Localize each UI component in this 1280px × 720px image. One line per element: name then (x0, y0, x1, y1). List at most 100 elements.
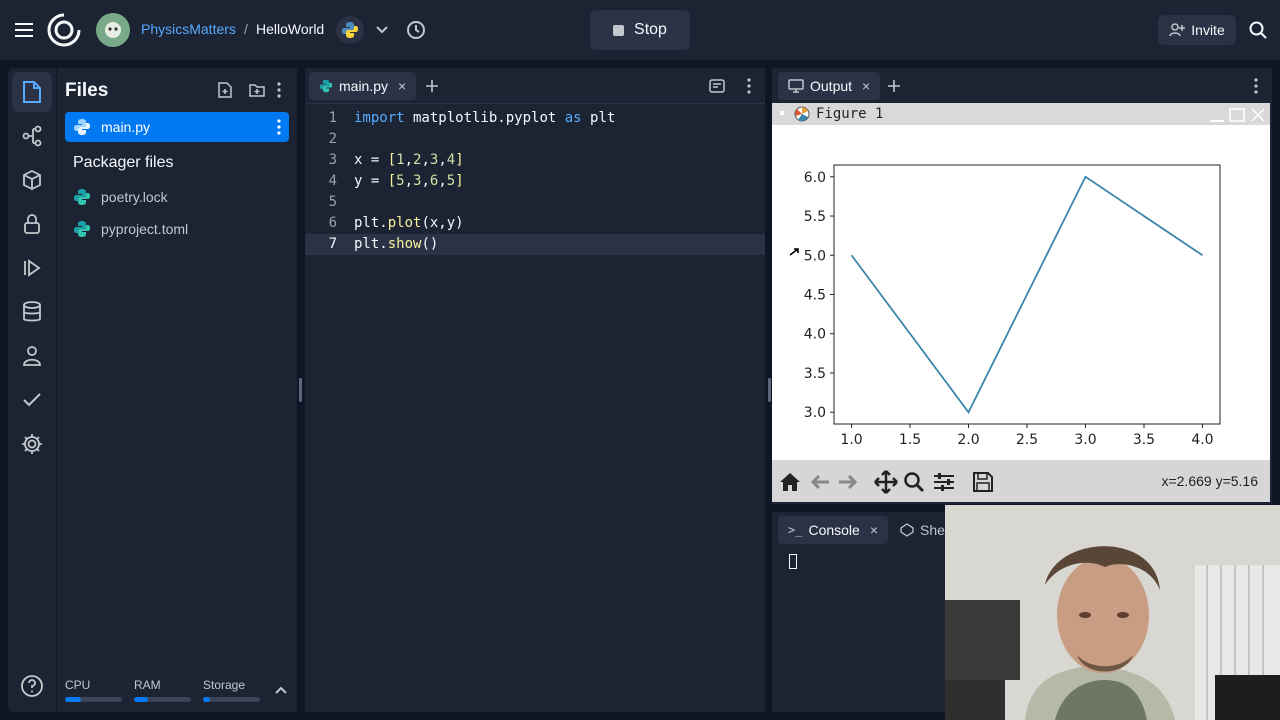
code-text: plt.plot(x,y) (354, 215, 464, 231)
invite-button-label: Invite (1191, 22, 1225, 38)
window-menu-icon[interactable] (780, 111, 784, 115)
code-text: x = [1,2,3,4] (354, 152, 464, 168)
history-icon[interactable] (404, 18, 428, 42)
code-text: import matplotlib.pyplot as plt (354, 110, 616, 126)
stop-button[interactable]: Stop (590, 10, 690, 50)
editor-tab-bar: main.py × (305, 68, 765, 104)
code-line: 5 (305, 192, 765, 213)
x-tick-label: 1.5 (899, 432, 921, 448)
more-options-icon[interactable] (739, 76, 759, 96)
editor-panel: main.py × 1 import matplotlib.pyplot as … (305, 68, 765, 712)
code-line: 3 x = [1,2,3,4] (305, 150, 765, 171)
repl-name[interactable]: HelloWorld (256, 21, 324, 37)
webcam-overlay (945, 505, 1280, 720)
file-item-label: main.py (101, 119, 151, 135)
user-icon[interactable] (12, 336, 52, 376)
file-item-main-py[interactable]: main.py (65, 112, 289, 142)
file-item-label: pyproject.toml (101, 221, 189, 237)
figure-title-bar[interactable]: Figure 1 (772, 103, 1270, 125)
cpu-meter (65, 697, 122, 702)
file-item-label: poetry.lock (101, 189, 168, 205)
search-icon[interactable] (1246, 18, 1270, 42)
code-line: 6 plt.plot(x,y) (305, 213, 765, 234)
database-icon[interactable] (12, 292, 52, 332)
python-icon[interactable] (336, 16, 364, 44)
x-tick-label: 1.0 (840, 432, 862, 448)
menu-icon[interactable] (12, 18, 36, 42)
code-line-current: 7 plt.show() (305, 234, 765, 255)
format-icon[interactable] (707, 76, 727, 96)
replit-logo-icon[interactable] (47, 13, 81, 47)
ram-meter-fill (134, 697, 149, 702)
zoom-icon[interactable] (902, 470, 926, 494)
tab-label: main.py (339, 78, 389, 94)
chevron-up-icon[interactable] (273, 682, 289, 698)
new-folder-icon[interactable] (247, 80, 267, 100)
close-icon[interactable]: × (398, 78, 406, 94)
tab-label: Output (810, 78, 853, 94)
file-item-poetry-lock[interactable]: poetry.lock (65, 182, 289, 212)
back-arrow-icon[interactable] (808, 470, 832, 494)
tab-console[interactable]: >_ Console × (778, 516, 889, 544)
add-tab-icon[interactable] (884, 76, 904, 96)
configure-subplots-icon[interactable] (932, 470, 956, 494)
more-options-icon[interactable] (1246, 76, 1266, 96)
x-tick-label: 3.0 (1074, 432, 1096, 448)
figure-title: Figure 1 (816, 106, 884, 122)
tab-label: Console (808, 522, 860, 538)
home-icon[interactable] (778, 470, 802, 494)
terminal-icon: >_ (788, 523, 803, 537)
stop-icon (613, 24, 625, 36)
secrets-icon[interactable] (12, 204, 52, 244)
coordinate-readout: x=2.669 y=5.16 (1161, 473, 1258, 489)
breadcrumb-separator: / (244, 21, 248, 37)
close-icon[interactable]: × (862, 78, 870, 94)
invite-button[interactable]: Invite (1158, 15, 1236, 45)
code-line: 1 import matplotlib.pyplot as plt (305, 108, 765, 129)
more-options-icon[interactable] (269, 80, 289, 100)
chevron-down-icon[interactable] (372, 20, 392, 40)
tool-rail (8, 68, 56, 712)
y-tick-label: 4.0 (804, 327, 826, 343)
python-file-icon (319, 79, 333, 93)
monitor-icon (788, 79, 804, 93)
figure-window[interactable]: Figure 1 3.0 3.5 4.0 4.5 5.0 5.5 6.0 1.0 1.5 2.0… (772, 103, 1270, 502)
settings-icon[interactable] (12, 424, 52, 464)
line-number: 6 (328, 215, 337, 231)
y-tick-label: 5.5 (804, 209, 826, 225)
cpu-meter-fill (65, 697, 81, 702)
forward-arrow-icon[interactable] (836, 470, 860, 494)
pan-icon[interactable] (874, 470, 898, 494)
console-cursor[interactable] (789, 554, 797, 569)
tab-output[interactable]: Output × (778, 72, 881, 100)
packages-icon[interactable] (12, 160, 52, 200)
mouse-cursor-icon (789, 248, 799, 256)
line-number: 2 (328, 131, 337, 147)
help-icon[interactable] (12, 666, 52, 706)
storage-label: Storage (203, 678, 246, 692)
resize-handle[interactable] (299, 378, 302, 402)
new-file-icon[interactable] (215, 80, 235, 100)
code-line: 4 y = [5,3,6,5] (305, 171, 765, 192)
close-icon[interactable]: × (870, 522, 878, 538)
check-icon[interactable] (12, 380, 52, 420)
team-link[interactable]: PhysicsMatters (141, 21, 236, 37)
resize-handle[interactable] (768, 378, 771, 402)
file-item-pyproject-toml[interactable]: pyproject.toml (65, 214, 289, 244)
avatar[interactable] (96, 13, 130, 47)
files-title: Files (65, 80, 109, 101)
line-chart[interactable]: 3.0 3.5 4.0 4.5 5.0 5.5 6.0 1.0 1.5 2.0 2.5 3.0 3.5… (772, 125, 1270, 460)
line-number: 4 (328, 173, 337, 189)
git-icon[interactable] (12, 116, 52, 156)
code-text: y = [5,3,6,5] (354, 173, 464, 189)
run-icon[interactable] (12, 248, 52, 288)
y-tick-label: 3.0 (804, 405, 826, 421)
tab-main-py[interactable]: main.py × (309, 72, 417, 100)
series-line (850, 175, 1203, 414)
add-tab-icon[interactable] (422, 76, 442, 96)
files-icon[interactable] (12, 72, 52, 112)
save-icon[interactable] (971, 470, 995, 494)
python-file-icon (74, 189, 90, 205)
line-number: 5 (328, 194, 337, 210)
cpu-label: CPU (65, 678, 91, 692)
